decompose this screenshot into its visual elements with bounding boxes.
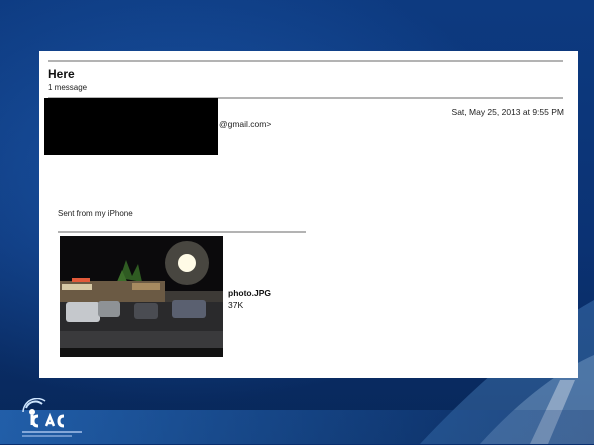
photo-image <box>60 236 223 357</box>
email-date: Sat, May 25, 2013 at 9:55 PM <box>451 107 564 117</box>
email-card: Here 1 message @gmail.com> Sat, May 25, … <box>39 51 578 378</box>
redaction-box <box>44 98 218 155</box>
attachment-size: 37K <box>228 300 244 310</box>
top-divider <box>48 60 563 62</box>
attachment-filename[interactable]: photo.JPG <box>228 288 271 298</box>
email-subject: Here <box>48 67 75 81</box>
sender-email: @gmail.com> <box>219 119 272 129</box>
attachment-thumbnail[interactable] <box>60 236 223 357</box>
icac-logo <box>20 397 100 440</box>
icac-logo-graphic <box>22 397 82 437</box>
message-count: 1 message <box>48 83 88 92</box>
attachment-divider <box>58 231 306 233</box>
email-signature: Sent from my iPhone <box>58 209 133 218</box>
